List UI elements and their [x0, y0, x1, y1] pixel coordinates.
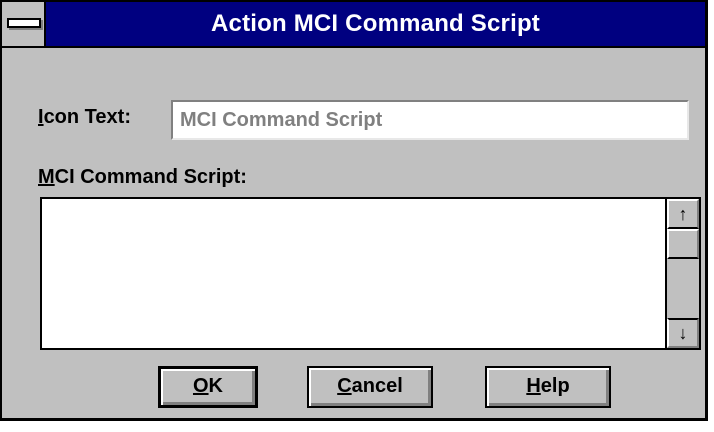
system-menu-button[interactable] [2, 2, 46, 46]
scroll-up-button[interactable]: ↑ [667, 199, 699, 229]
mci-command-script-dialog: Action MCI Command Script Icon Text: MCI… [0, 0, 708, 421]
mci-script-label-text: CI Command Script: [54, 166, 247, 188]
ok-button[interactable]: OK [158, 366, 258, 408]
vertical-scrollbar[interactable]: ↑ ↓ [665, 199, 699, 348]
help-label: elp [540, 375, 570, 397]
cancel-label: ancel [351, 375, 403, 397]
mci-script-textarea[interactable]: ↑ ↓ [40, 197, 701, 350]
system-menu-icon [7, 18, 41, 28]
icon-text-label-text: con Text: [43, 106, 131, 128]
ok-mnemonic: O [192, 375, 209, 397]
help-mnemonic: H [526, 375, 541, 397]
window-title: Action MCI Command Script [210, 10, 540, 37]
ok-label: K [208, 375, 223, 397]
scroll-thumb[interactable] [667, 229, 699, 259]
title-bar[interactable]: Action MCI Command Script [2, 2, 705, 48]
arrow-up-icon: ↑ [678, 204, 688, 224]
cancel-mnemonic: C [337, 375, 352, 397]
help-button[interactable]: Help [485, 366, 611, 408]
arrow-down-icon: ↓ [678, 323, 688, 343]
mci-script-label-mnemonic: M [38, 166, 55, 188]
cancel-button[interactable]: Cancel [307, 366, 433, 408]
mci-script-label: MCI Command Script: [38, 166, 247, 189]
icon-text-field[interactable]: MCI Command Script [171, 100, 689, 140]
icon-text-label: Icon Text: [38, 106, 131, 129]
scroll-down-button[interactable]: ↓ [667, 318, 699, 348]
